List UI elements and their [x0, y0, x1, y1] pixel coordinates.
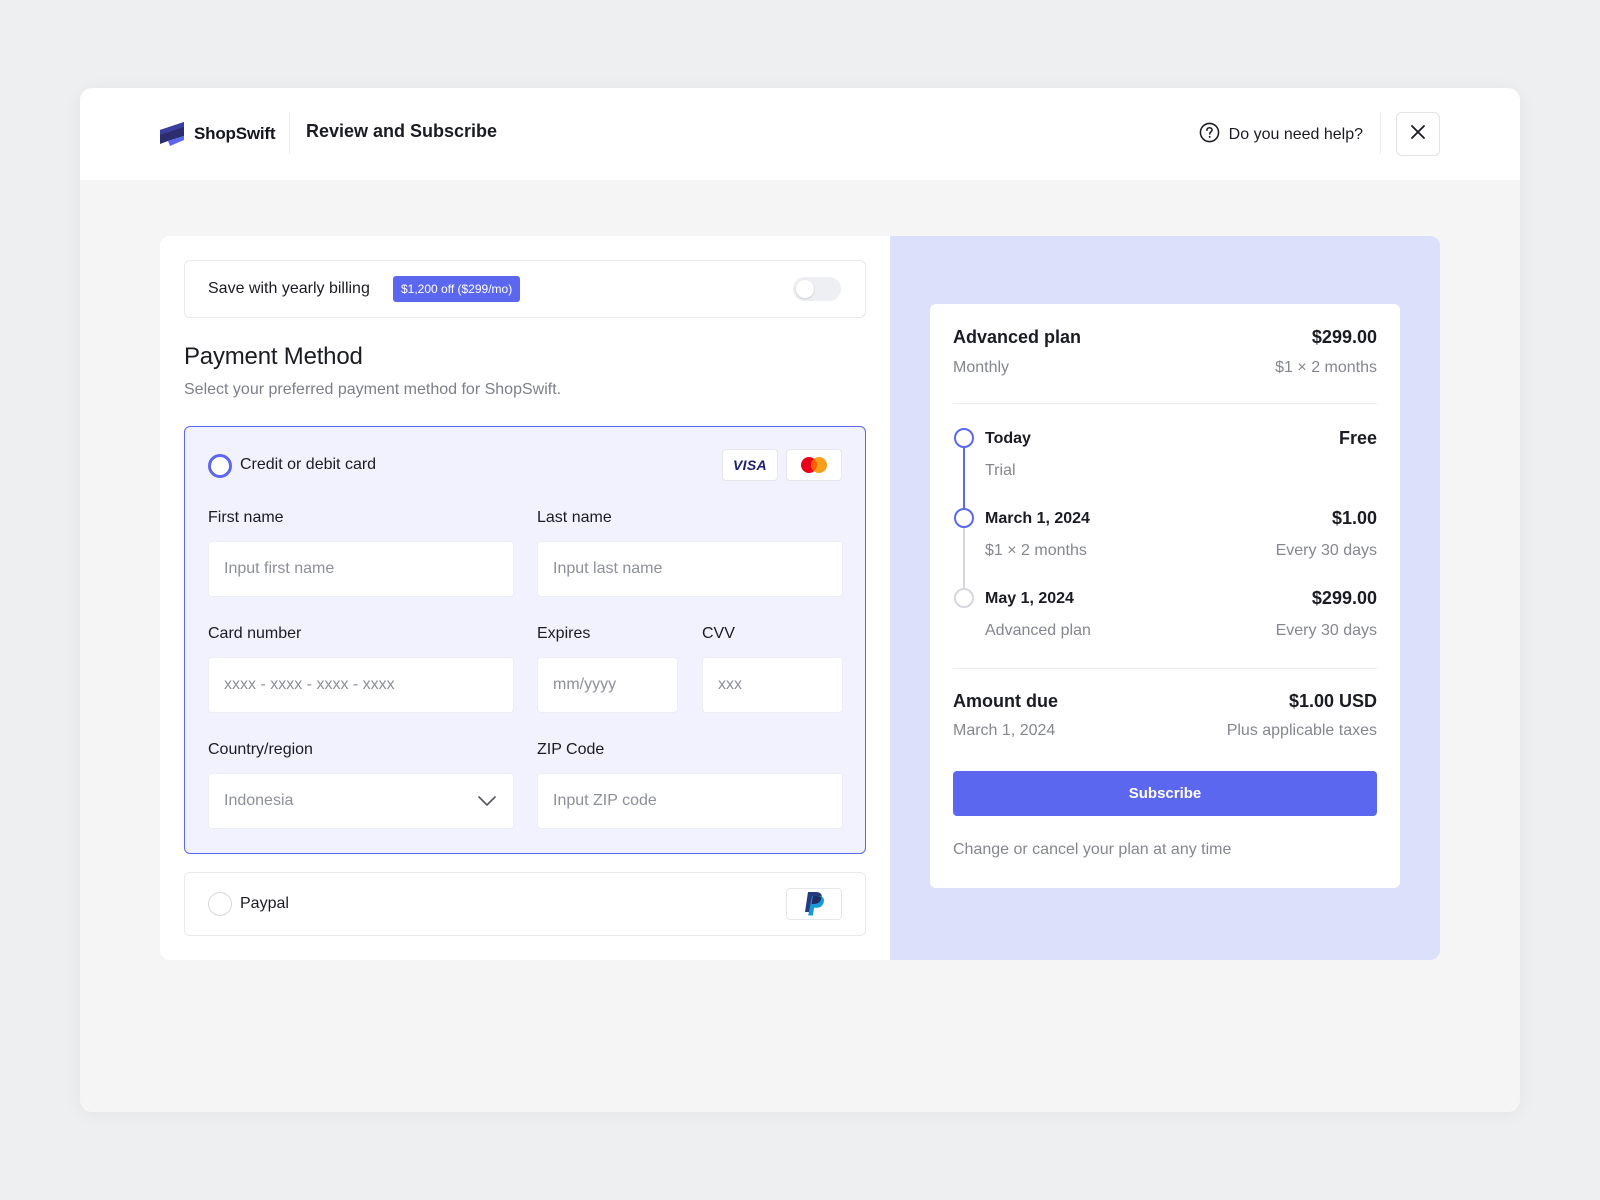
shopswift-logo-icon: [160, 122, 184, 146]
amount-due-note: Plus applicable taxes: [1226, 722, 1377, 739]
timeline-connector: [963, 528, 965, 590]
zip-input[interactable]: [537, 773, 843, 829]
top-bar: ShopSwift Review and Subscribe Do you ne…: [80, 88, 1520, 180]
card-number-label: Card number: [208, 625, 302, 642]
close-button[interactable]: [1396, 112, 1440, 156]
timeline-title-may: May 1, 2024: [985, 590, 1074, 607]
country-select[interactable]: Indonesia: [208, 773, 514, 829]
close-icon: [1411, 124, 1425, 144]
country-label: Country/region: [208, 741, 313, 758]
amount-due-value: $1.00 USD: [1288, 691, 1377, 711]
summary-divider: [953, 668, 1377, 669]
timeline-dot-today: [954, 428, 974, 448]
first-name-input[interactable]: [208, 541, 514, 597]
amount-due-date: March 1, 2024: [953, 722, 1056, 739]
card-payment-option[interactable]: Credit or debit card VISA First name Las…: [184, 426, 866, 854]
timeline-title-today: Today: [985, 430, 1031, 447]
timeline-note-march: Every 30 days: [1275, 542, 1377, 559]
card-option-label: Credit or debit card: [240, 456, 377, 473]
zip-label: ZIP Code: [537, 741, 605, 758]
paypal-payment-option[interactable]: Paypal: [184, 872, 866, 936]
help-text: Do you need help?: [1228, 126, 1363, 143]
cvv-input[interactable]: [702, 657, 843, 713]
subscribe-window: ShopSwift Review and Subscribe Do you ne…: [80, 88, 1520, 1112]
card-number-input[interactable]: [208, 657, 514, 713]
timeline-dot-may: [954, 588, 974, 608]
cancel-anytime-note: Change or cancel your plan at any time: [953, 841, 1232, 858]
last-name-label: Last name: [537, 509, 612, 526]
last-name-input[interactable]: [537, 541, 843, 597]
help-link[interactable]: Do you need help?: [1199, 122, 1363, 148]
toggle-knob: [796, 280, 814, 298]
timeline-sub-march: $1 × 2 months: [985, 542, 1087, 559]
brand-logo[interactable]: ShopSwift: [160, 122, 276, 146]
timeline-amount-march: $1.00: [1331, 508, 1377, 528]
plan-period-note: $1 × 2 months: [1275, 359, 1377, 376]
order-summary-card: Advanced plan $299.00 Monthly $1 × 2 mon…: [930, 304, 1400, 888]
page-title: Review and Subscribe: [306, 121, 498, 141]
checkout-card: Save with yearly billing $1,200 off ($29…: [160, 236, 1440, 960]
yearly-billing-label: Save with yearly billing: [208, 280, 370, 297]
paypal-label: Paypal: [240, 895, 289, 912]
payment-method-subtitle: Select your preferred payment method for…: [184, 381, 562, 398]
brand-name: ShopSwift: [194, 124, 276, 143]
expires-label: Expires: [537, 625, 591, 642]
question-circle-icon: [1199, 122, 1220, 148]
timeline-note-may: Every 30 days: [1275, 622, 1377, 639]
order-summary-panel: Advanced plan $299.00 Monthly $1 × 2 mon…: [890, 236, 1440, 960]
timeline-connector: [963, 448, 965, 510]
subscribe-button[interactable]: Subscribe: [953, 771, 1377, 816]
chevron-down-icon: [478, 794, 496, 812]
paypal-radio[interactable]: [208, 892, 232, 916]
visa-icon: VISA: [722, 449, 778, 481]
first-name-label: First name: [208, 509, 284, 526]
summary-divider: [953, 403, 1377, 404]
topbar-divider: [289, 112, 290, 154]
timeline-amount-may: $299.00: [1311, 588, 1377, 608]
plan-name: Advanced plan: [953, 327, 1082, 347]
discount-badge: $1,200 off ($299/mo): [393, 276, 521, 302]
plan-period: Monthly: [953, 359, 1010, 376]
timeline-sub-may: Advanced plan: [985, 622, 1091, 639]
timeline-sub-today: Trial: [985, 462, 1016, 479]
timeline-amount-today: Free: [1338, 428, 1377, 448]
plan-price: $299.00: [1311, 327, 1377, 347]
topbar-divider-right: [1380, 112, 1381, 154]
payment-method-title: Payment Method: [184, 343, 363, 370]
timeline-title-march: March 1, 2024: [985, 510, 1090, 527]
amount-due-label: Amount due: [953, 691, 1058, 711]
yearly-billing-toggle[interactable]: [793, 277, 841, 301]
expires-input[interactable]: [537, 657, 678, 713]
paypal-icon: [786, 888, 842, 920]
country-value: Indonesia: [224, 792, 294, 809]
card-radio[interactable]: [208, 454, 232, 478]
yearly-billing-row: Save with yearly billing $1,200 off ($29…: [184, 260, 866, 318]
cvv-label: CVV: [702, 625, 735, 642]
mastercard-icon: [786, 449, 842, 481]
timeline-dot-march: [954, 508, 974, 528]
payment-panel: Save with yearly billing $1,200 off ($29…: [160, 236, 890, 960]
